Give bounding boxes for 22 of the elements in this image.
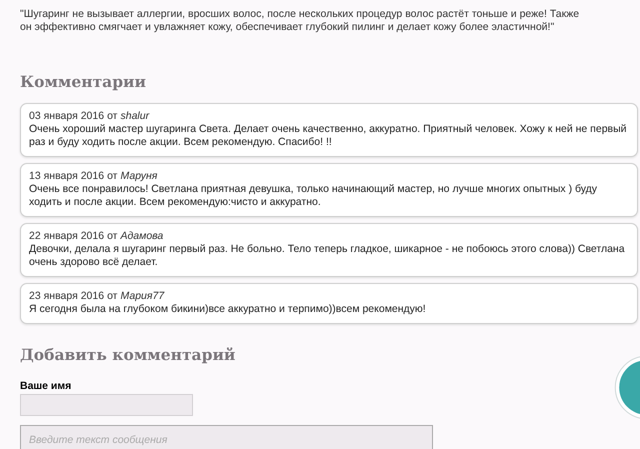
name-field[interactable] [20, 394, 193, 416]
message-field[interactable]: Введите текст сообщения [20, 425, 433, 449]
comment-author: Адамова [120, 230, 164, 243]
field-label: Ваше имя [20, 380, 72, 392]
comment-text: Девочки, делала я шугаринг первый раз. Не больно. Тело теперь гладкое, шикарное - не побоюсь этого слова)) Светлана очень здорово всё делает. [29, 243, 626, 269]
comment-text: Очень все понравилось! Светлана приятная девушка, только начинающий мастер, но лучше многих опытных ) буду ходить и после акции. Всем рекомендую:чисто и аккуратно. [29, 183, 598, 209]
comment-date: 03 января 2016 [29, 110, 104, 123]
comment-date: 23 января 2016 [29, 290, 104, 303]
comment-date: 13 января 2016 [29, 170, 104, 183]
quote-text: "Шугаринг не вызывает аллергии, вросших волос, после нескольких процедур волос растёт тоньше и реже! Также он эффективно смягчает и увлажняет кожу, обеспечивает глубокий пилинг и делает кожу более эластичной!" [20, 7, 580, 34]
comment-author: Мария77 [120, 290, 164, 303]
by-text: от [107, 290, 118, 303]
by-text: от [107, 170, 118, 183]
comment-text: Я сегодня была на глубоком бикини)все аккуратно и терпимо))всем рекомендую! [29, 303, 427, 316]
comment-text: Очень хороший мастер шугаринга Света. Делает очень качественно, аккуратно. Приятный человек. Хожу к ней не первый раз и буду ходить после акции. Всем рекомендую. Спасибо! !! [29, 123, 628, 149]
comment-date: 22 января 2016 [29, 230, 104, 243]
by-text: от [107, 230, 118, 243]
by-text: от [107, 110, 118, 123]
section-heading: Добавить комментарий [20, 344, 236, 366]
comment-author: shalur [120, 110, 150, 123]
comment-author: Маруня [120, 170, 158, 183]
section-heading: Комментарии [20, 71, 148, 93]
